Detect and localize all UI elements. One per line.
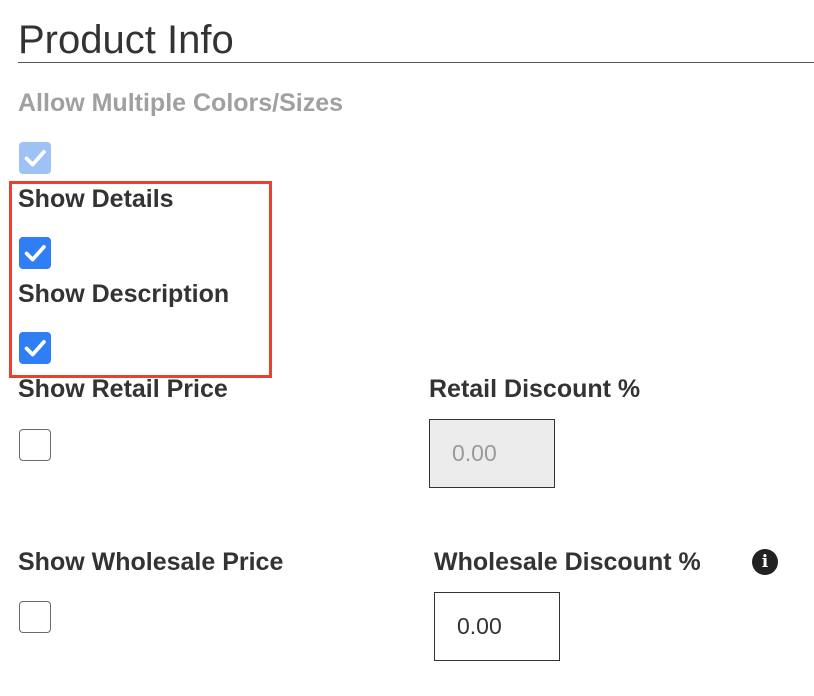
product-info-panel: Product Info Allow Multiple Colors/Sizes… (0, 0, 814, 696)
wholesale-discount-input[interactable] (434, 592, 560, 661)
allow-multiple-label: Allow Multiple Colors/Sizes (18, 89, 344, 117)
checkmark-icon (24, 150, 46, 167)
title-divider (18, 62, 814, 63)
show-description-checkbox[interactable] (19, 332, 51, 364)
checkmark-icon (24, 340, 46, 357)
wholesale-discount-label: Wholesale Discount % (434, 548, 701, 576)
show-retail-price-checkbox[interactable] (19, 429, 51, 461)
show-retail-price-label: Show Retail Price (18, 375, 228, 403)
retail-discount-label: Retail Discount % (429, 375, 641, 403)
show-details-label: Show Details (18, 185, 174, 213)
show-details-checkbox[interactable] (19, 237, 51, 269)
show-wholesale-price-label: Show Wholesale Price (18, 548, 284, 576)
section-title: Product Info (18, 18, 234, 62)
allow-multiple-checkbox (19, 142, 51, 174)
show-wholesale-price-checkbox[interactable] (19, 601, 51, 633)
checkmark-icon (24, 245, 46, 262)
info-circle-icon[interactable]: i (752, 549, 778, 575)
retail-discount-input (429, 419, 555, 488)
show-description-label: Show Description (18, 280, 230, 308)
